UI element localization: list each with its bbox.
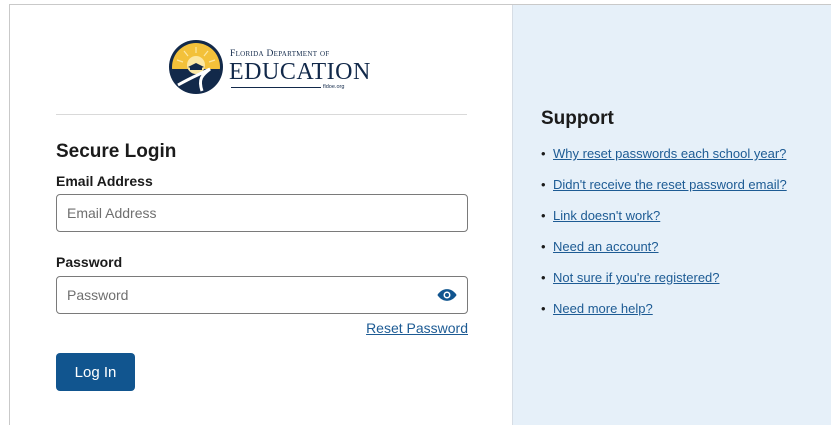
list-item: • Not sure if you're registered? [541, 270, 787, 301]
logo-education-text: EDUCATION [229, 59, 371, 85]
fdoe-logo: Florida Department of EDUCATION fldoe.or… [168, 39, 371, 99]
password-label: Password [56, 254, 123, 270]
login-panel: Florida Department of EDUCATION fldoe.or… [10, 5, 512, 425]
password-field[interactable] [56, 276, 468, 314]
seal-logo-icon [169, 40, 223, 94]
page-title: Secure Login [56, 141, 177, 162]
logo-url-text: fldoe.org [323, 84, 345, 90]
email-label: Email Address [56, 173, 153, 189]
bullet: • [541, 146, 546, 161]
list-item: • Need more help? [541, 301, 787, 332]
bullet: • [541, 177, 546, 192]
support-link-registration-check[interactable]: Not sure if you're registered? [553, 270, 720, 285]
support-link-need-account[interactable]: Need an account? [553, 239, 659, 254]
reset-password-link[interactable]: Reset Password [366, 320, 468, 336]
bullet: • [541, 208, 546, 223]
logo-divider [56, 114, 467, 115]
support-link-link-broken[interactable]: Link doesn't work? [553, 208, 660, 223]
login-button[interactable]: Log In [56, 353, 135, 391]
support-link-more-help[interactable]: Need more help? [553, 301, 653, 316]
bullet: • [541, 270, 546, 285]
support-panel: Support • Why reset passwords each schoo… [512, 5, 831, 425]
logo-rule [231, 87, 321, 88]
support-link-reset-passwords[interactable]: Why reset passwords each school year? [553, 146, 786, 161]
eye-icon[interactable] [437, 286, 457, 304]
logo-department-text: Florida Department of [230, 49, 330, 59]
list-item: • Link doesn't work? [541, 208, 787, 239]
bullet: • [541, 301, 546, 316]
login-page-frame: Florida Department of EDUCATION fldoe.or… [9, 4, 831, 425]
support-link-no-reset-email[interactable]: Didn't receive the reset password email? [553, 177, 787, 192]
bullet: • [541, 239, 546, 254]
list-item: • Need an account? [541, 239, 787, 270]
support-links-list: • Why reset passwords each school year? … [541, 146, 787, 332]
support-title: Support [541, 108, 614, 129]
email-field[interactable] [56, 194, 468, 232]
list-item: • Why reset passwords each school year? [541, 146, 787, 177]
list-item: • Didn't receive the reset password emai… [541, 177, 787, 208]
